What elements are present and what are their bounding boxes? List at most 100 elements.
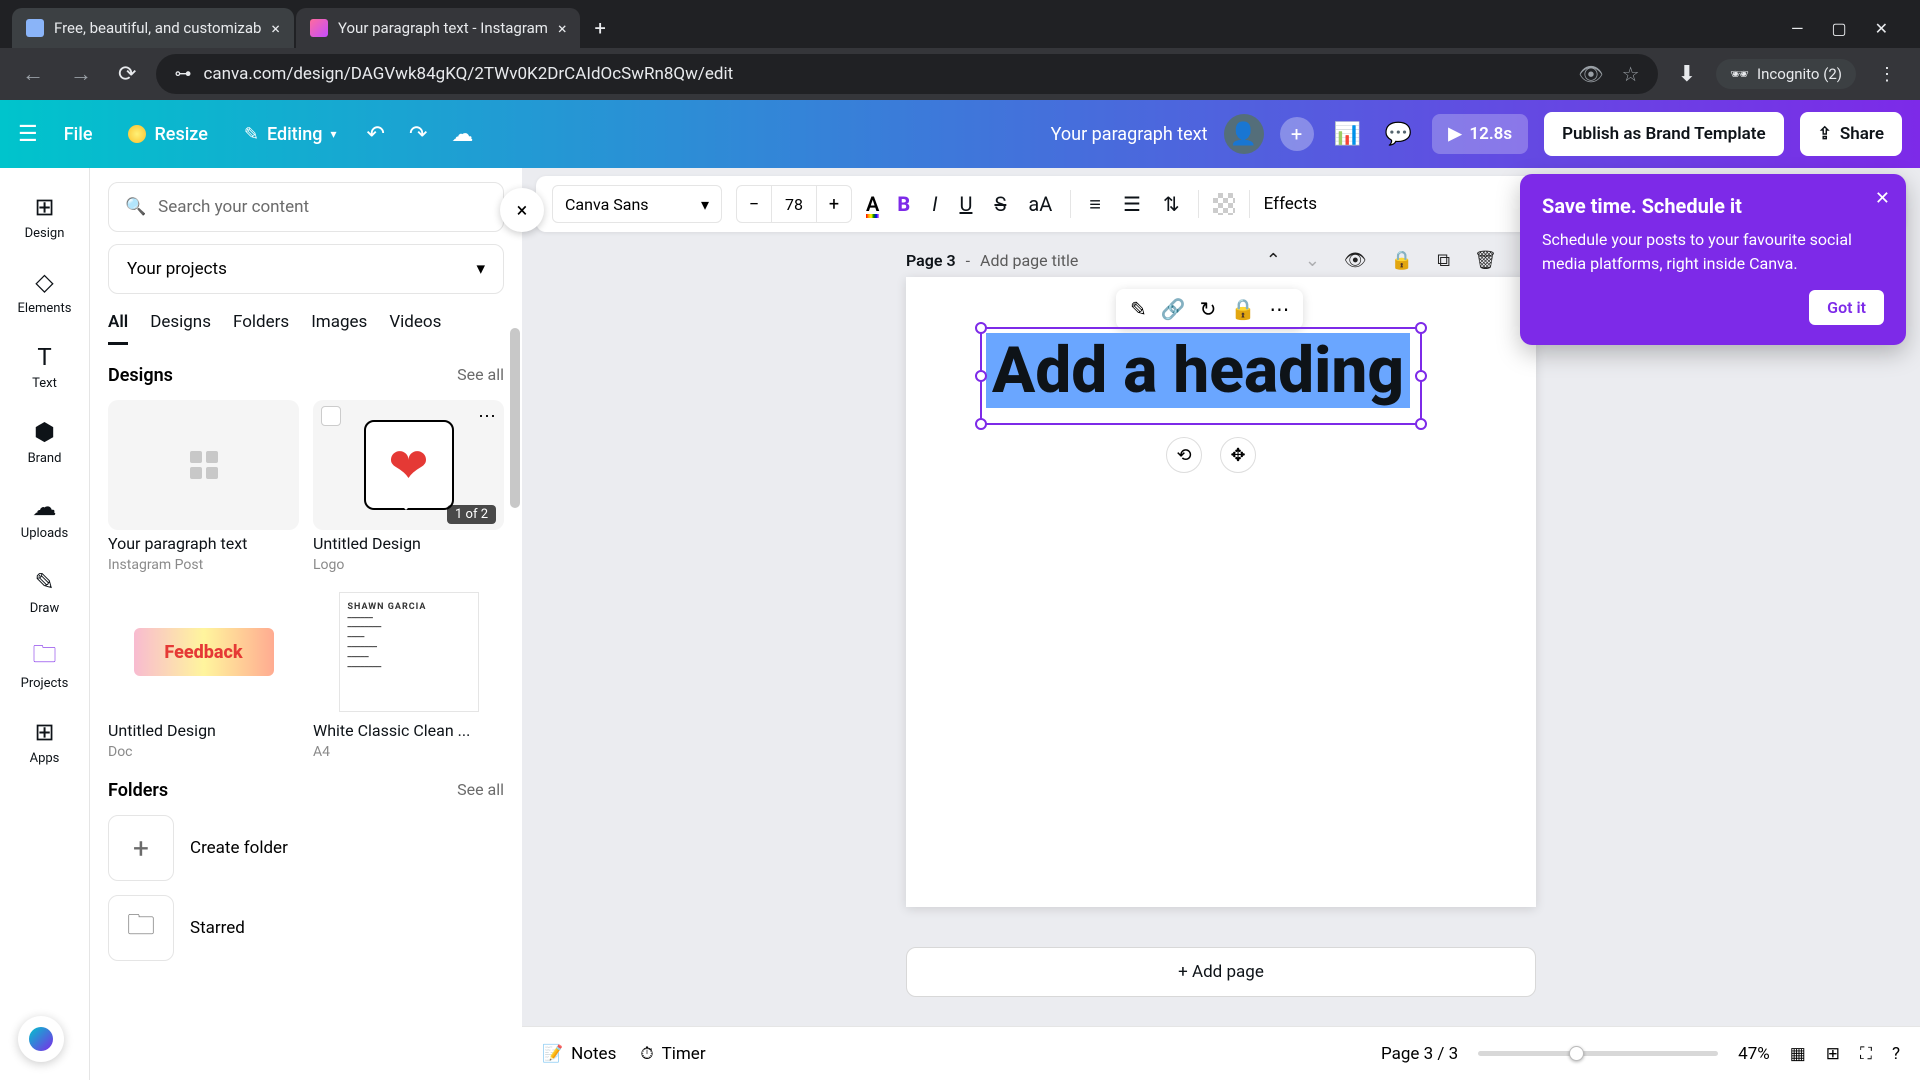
move-up-icon[interactable]: ⌃ — [1266, 250, 1281, 271]
minimize-icon[interactable]: — — [1791, 19, 1804, 38]
bold-button[interactable]: B — [893, 188, 914, 220]
create-folder-button[interactable]: + Create folder — [108, 815, 504, 881]
rail-apps[interactable]: ⊞Apps — [0, 707, 89, 776]
move-handle[interactable]: ✥ — [1220, 437, 1256, 473]
maximize-icon[interactable]: ▢ — [1831, 19, 1846, 38]
bookmark-icon[interactable]: ☆ — [1622, 62, 1640, 86]
resize-handle[interactable] — [975, 418, 987, 430]
rotate-handle[interactable]: ⟲ — [1166, 437, 1202, 473]
close-tooltip-button[interactable]: ✕ — [1875, 188, 1890, 209]
uppercase-button[interactable]: aA — [1024, 188, 1056, 220]
page-indicator[interactable]: Page 3 / 3 — [1381, 1044, 1458, 1064]
link-icon[interactable]: 🔗 — [1161, 297, 1186, 321]
scrollbar[interactable] — [510, 328, 520, 748]
selected-text-element[interactable]: Add a heading — [986, 333, 1416, 419]
url-input[interactable]: ⊶ canva.com/design/DAGVwk84gKQ/2TWv0K2Dr… — [156, 54, 1657, 94]
rail-projects[interactable]: 🗀Projects — [0, 632, 89, 701]
rail-design[interactable]: ⊞Design — [0, 182, 89, 251]
canvas-page[interactable]: ✎ 🔗 ↻ 🔒 ⋯ Add a heading — [906, 277, 1536, 907]
design-card[interactable]: Feedback Untitled Design Doc — [108, 587, 299, 760]
browser-tab[interactable]: Your paragraph text - Instagram × — [296, 8, 581, 48]
incognito-badge[interactable]: 🕶 Incognito (2) — [1716, 59, 1856, 89]
underline-button[interactable]: U — [955, 188, 976, 220]
rail-uploads[interactable]: ☁Uploads — [0, 482, 89, 551]
tab-designs[interactable]: Designs — [150, 312, 211, 345]
transparency-button[interactable] — [1213, 193, 1235, 215]
magic-button[interactable] — [18, 1016, 64, 1062]
delete-icon[interactable]: 🗑 — [1474, 250, 1497, 271]
add-member-button[interactable]: + — [1280, 117, 1314, 151]
browser-menu-icon[interactable]: ⋮ — [1870, 64, 1904, 85]
tab-videos[interactable]: Videos — [389, 312, 441, 345]
resize-handle[interactable] — [975, 370, 987, 382]
see-all-designs[interactable]: See all — [457, 365, 504, 386]
cloud-sync-icon[interactable]: ☁ — [447, 118, 477, 151]
resize-handle[interactable] — [1415, 370, 1427, 382]
got-it-button[interactable]: Got it — [1809, 290, 1884, 325]
more-icon[interactable]: ⋯ — [478, 406, 496, 427]
thumbnail-view-icon[interactable]: ⊞ — [1826, 1044, 1840, 1064]
font-family-dropdown[interactable]: Canva Sans▾ — [552, 185, 722, 223]
rail-draw[interactable]: ✎Draw — [0, 557, 89, 626]
resize-handle[interactable] — [1415, 418, 1427, 430]
new-tab-button[interactable]: + — [582, 8, 617, 48]
rail-text[interactable]: TText — [0, 332, 89, 401]
design-card[interactable]: Your paragraph text Instagram Post — [108, 400, 299, 573]
eye-off-icon[interactable]: 👁 — [1578, 62, 1603, 86]
notes-button[interactable]: 📝Notes — [542, 1044, 616, 1064]
undo-button[interactable]: ↶ — [363, 118, 389, 151]
rail-elements[interactable]: ◇Elements — [0, 257, 89, 326]
font-size-input[interactable] — [771, 186, 817, 222]
list-button[interactable]: ☰ — [1119, 188, 1145, 220]
tab-all[interactable]: All — [108, 312, 128, 345]
download-icon[interactable]: ⬇ — [1672, 58, 1702, 91]
collapse-panel-button[interactable]: × — [500, 188, 544, 232]
search-input[interactable]: 🔍 Search your content — [108, 182, 504, 232]
scrollbar-thumb[interactable] — [510, 328, 520, 508]
page-title-input[interactable]: Add page title — [980, 251, 1078, 270]
close-icon[interactable]: × — [558, 19, 567, 38]
site-info-icon[interactable]: ⊶ — [174, 64, 191, 84]
alignment-button[interactable]: ≡ — [1085, 188, 1105, 221]
present-button[interactable]: ▶12.8s — [1432, 114, 1528, 154]
avatar[interactable]: 👤 — [1224, 114, 1264, 154]
resize-button[interactable]: Resize — [118, 118, 217, 151]
resize-handle[interactable] — [1415, 322, 1427, 334]
regenerate-icon[interactable]: ↻ — [1200, 297, 1217, 321]
zoom-slider[interactable] — [1478, 1051, 1718, 1056]
italic-button[interactable]: I — [928, 188, 941, 220]
editing-mode-button[interactable]: ✎Editing▾ — [234, 118, 347, 151]
design-card[interactable]: ⋯ 1 of 2 Untitled Design Logo — [313, 400, 504, 573]
document-title[interactable]: Your paragraph text — [1051, 124, 1208, 145]
tab-folders[interactable]: Folders — [233, 312, 289, 345]
spacing-button[interactable]: ⇅ — [1159, 188, 1184, 220]
analytics-icon[interactable]: 📊 — [1330, 118, 1365, 151]
see-all-folders[interactable]: See all — [457, 780, 504, 801]
effects-button[interactable]: Effects — [1264, 194, 1317, 214]
edit-icon[interactable]: ✎ — [1130, 297, 1147, 321]
share-button[interactable]: ⇪Share — [1800, 112, 1902, 156]
more-icon[interactable]: ⋯ — [1269, 297, 1289, 321]
timer-button[interactable]: ⏱Timer — [640, 1044, 705, 1064]
decrease-size-button[interactable]: − — [737, 186, 771, 222]
select-checkbox[interactable] — [321, 406, 341, 426]
slider-knob[interactable] — [1569, 1046, 1584, 1061]
lock-icon[interactable]: 🔒 — [1391, 250, 1413, 271]
browser-tab[interactable]: Free, beautiful, and customizab × — [12, 8, 294, 48]
visibility-icon[interactable]: 👁 — [1344, 250, 1367, 271]
zoom-value[interactable]: 47% — [1738, 1044, 1770, 1064]
redo-button[interactable]: ↷ — [405, 118, 431, 151]
text-color-button[interactable]: A — [866, 192, 879, 216]
duplicate-icon[interactable]: ⧉ — [1437, 250, 1450, 271]
back-button[interactable]: ← — [16, 57, 50, 91]
projects-dropdown[interactable]: Your projects ▾ — [108, 244, 504, 294]
close-icon[interactable]: × — [271, 19, 280, 38]
help-icon[interactable]: ? — [1892, 1044, 1900, 1064]
lock-icon[interactable]: 🔒 — [1230, 297, 1255, 321]
file-menu[interactable]: File — [54, 118, 103, 151]
comment-icon[interactable]: 💬 — [1381, 118, 1416, 151]
tab-images[interactable]: Images — [311, 312, 367, 345]
resize-handle[interactable] — [975, 322, 987, 334]
grid-view-icon[interactable]: ▦ — [1790, 1044, 1806, 1064]
reload-button[interactable]: ⟳ — [112, 58, 142, 91]
